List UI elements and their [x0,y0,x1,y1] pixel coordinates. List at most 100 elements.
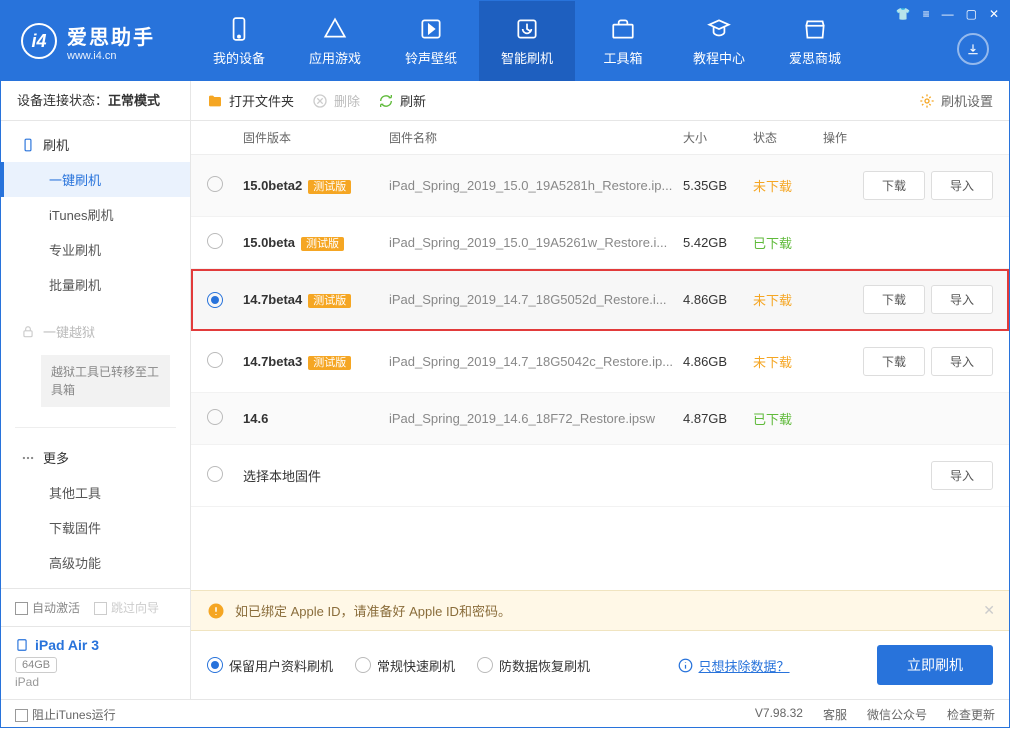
app-name: 爱思助手 [67,21,155,50]
auto-activate-checkbox[interactable]: 自动激活 [15,599,80,616]
device-info: iPad Air 3 64GB iPad [1,626,190,699]
local-firmware-row[interactable]: 选择本地固件 导入 [191,445,1009,507]
jailbreak-note: 越狱工具已转移至工具箱 [41,355,170,407]
col-size: 大小 [683,129,753,146]
row-radio[interactable] [207,233,223,249]
alert-close-icon[interactable]: ✕ [983,602,995,619]
firmware-status: 已下载 [753,409,823,428]
import-button[interactable]: 导入 [931,285,993,314]
appleid-alert: 如已绑定 Apple ID，请准备好 Apple ID和密码。 ✕ [191,590,1009,631]
version-label: V7.98.32 [755,706,803,723]
row-radio[interactable] [207,352,223,368]
sidebar-item-batch[interactable]: 批量刷机 [1,267,190,302]
nav-toolbox[interactable]: 工具箱 [575,1,671,81]
app-logo: i4 爱思助手 www.i4.cn [1,1,191,81]
erase-hint[interactable]: 只想抹除数据？ [678,656,790,675]
opt-normal[interactable]: 常规快速刷机 [355,656,455,675]
sidebar-item-advanced[interactable]: 高级功能 [1,545,190,580]
app-header: i4 爱思助手 www.i4.cn 我的设备 应用游戏 铃声壁纸 智能刷机 工具… [1,1,1009,81]
firmware-row[interactable]: 14.7beta3测试版 iPad_Spring_2019_14.7_18G50… [191,331,1009,393]
auto-options: 自动激活 跳过向导 [1,588,190,626]
top-nav: 我的设备 应用游戏 铃声壁纸 智能刷机 工具箱 教程中心 爱思商城 [191,1,1009,81]
col-version: 固件版本 [239,129,389,146]
wechat-link[interactable]: 微信公众号 [867,706,927,723]
support-link[interactable]: 客服 [823,706,847,723]
table-header: 固件版本 固件名称 大小 状态 操作 [191,121,1009,155]
logo-icon: i4 [21,23,57,59]
import-button[interactable]: 导入 [931,461,993,490]
warning-icon [207,602,225,620]
flash-now-button[interactable]: 立即刷机 [877,645,993,685]
nav-my-device[interactable]: 我的设备 [191,1,287,81]
firmware-name: iPad_Spring_2019_14.7_18G5052d_Restore.i… [389,292,683,307]
import-button[interactable]: 导入 [931,347,993,376]
col-status: 状态 [753,129,823,146]
import-button[interactable]: 导入 [931,171,993,200]
block-itunes-checkbox[interactable]: 阻止iTunes运行 [15,706,116,723]
firmware-status: 已下载 [753,233,823,252]
sidebar-item-pro[interactable]: 专业刷机 [1,232,190,267]
row-radio[interactable] [207,466,223,482]
firmware-row[interactable]: 14.6 iPad_Spring_2019_14.6_18F72_Restore… [191,393,1009,445]
sidebar: 设备连接状态：正常模式 刷机 一键刷机 iTunes刷机 专业刷机 批量刷机 一… [1,81,191,699]
firmware-size: 4.86GB [683,292,753,307]
device-name[interactable]: iPad Air 3 [15,637,176,653]
nav-store[interactable]: 爱思商城 [767,1,863,81]
download-manager-icon[interactable] [957,33,989,65]
download-button[interactable]: 下载 [863,171,925,200]
sidebar-item-itunes[interactable]: iTunes刷机 [1,197,190,232]
opt-keep-data[interactable]: 保留用户资料刷机 [207,656,333,675]
firmware-size: 4.86GB [683,354,753,369]
nav-apps[interactable]: 应用游戏 [287,1,383,81]
connection-status: 设备连接状态：正常模式 [1,81,190,121]
footer: 阻止iTunes运行 V7.98.32 客服 微信公众号 检查更新 [1,699,1009,729]
row-radio[interactable] [207,176,223,192]
nav-ringtones[interactable]: 铃声壁纸 [383,1,479,81]
firmware-status: 未下载 [753,290,823,309]
firmware-status: 未下载 [753,352,823,371]
close-icon[interactable]: ✕ [989,7,999,21]
firmware-row[interactable]: 15.0beta2测试版 iPad_Spring_2019_15.0_19A52… [191,155,1009,217]
minimize-icon[interactable]: — [942,7,954,21]
open-folder-button[interactable]: 打开文件夹 [207,91,294,110]
firmware-status: 未下载 [753,176,823,195]
check-update-link[interactable]: 检查更新 [947,706,995,723]
sidebar-flash-title[interactable]: 刷机 [1,127,190,162]
maximize-icon[interactable]: ▢ [966,7,977,21]
sidebar-more-title[interactable]: 更多 [1,440,190,475]
app-url: www.i4.cn [67,50,155,62]
firmware-name: iPad_Spring_2019_15.0_19A5261w_Restore.i… [389,235,683,250]
nav-tutorials[interactable]: 教程中心 [671,1,767,81]
firmware-name: iPad_Spring_2019_14.7_18G5042c_Restore.i… [389,354,683,369]
skip-guide-checkbox[interactable]: 跳过向导 [94,599,159,616]
download-button[interactable]: 下载 [863,285,925,314]
refresh-button[interactable]: 刷新 [378,91,426,110]
sidebar-jailbreak-title: 一键越狱 [1,314,190,349]
content-area: 打开文件夹 删除 刷新 刷机设置 固件版本 固件名称 大小 状态 操作 15.0… [191,81,1009,699]
menu-icon[interactable]: ≡ [923,7,930,21]
firmware-size: 4.87GB [683,411,753,426]
delete-button: 删除 [312,91,360,110]
col-name: 固件名称 [389,129,683,146]
col-ops: 操作 [823,129,993,146]
toolbar: 打开文件夹 删除 刷新 刷机设置 [191,81,1009,121]
flash-options: 保留用户资料刷机 常规快速刷机 防数据恢复刷机 只想抹除数据？ 立即刷机 [191,631,1009,699]
nav-flash[interactable]: 智能刷机 [479,1,575,81]
window-controls: 👕 ≡ — ▢ ✕ [896,7,999,21]
row-radio[interactable] [207,409,223,425]
opt-anti-recovery[interactable]: 防数据恢复刷机 [477,656,590,675]
device-capacity: 64GB [15,657,57,673]
firmware-name: iPad_Spring_2019_14.6_18F72_Restore.ipsw [389,411,683,426]
firmware-size: 5.42GB [683,235,753,250]
firmware-row[interactable]: 15.0beta测试版 iPad_Spring_2019_15.0_19A526… [191,217,1009,269]
sidebar-item-other[interactable]: 其他工具 [1,475,190,510]
firmware-size: 5.35GB [683,178,753,193]
flash-settings-button[interactable]: 刷机设置 [919,91,993,110]
firmware-row[interactable]: 14.7beta4测试版 iPad_Spring_2019_14.7_18G50… [191,269,1009,331]
row-radio[interactable] [207,292,223,308]
shirt-icon[interactable]: 👕 [896,7,911,21]
sidebar-item-download[interactable]: 下载固件 [1,510,190,545]
firmware-name: iPad_Spring_2019_15.0_19A5281h_Restore.i… [389,178,683,193]
sidebar-item-oneclick[interactable]: 一键刷机 [1,162,190,197]
download-button[interactable]: 下载 [863,347,925,376]
